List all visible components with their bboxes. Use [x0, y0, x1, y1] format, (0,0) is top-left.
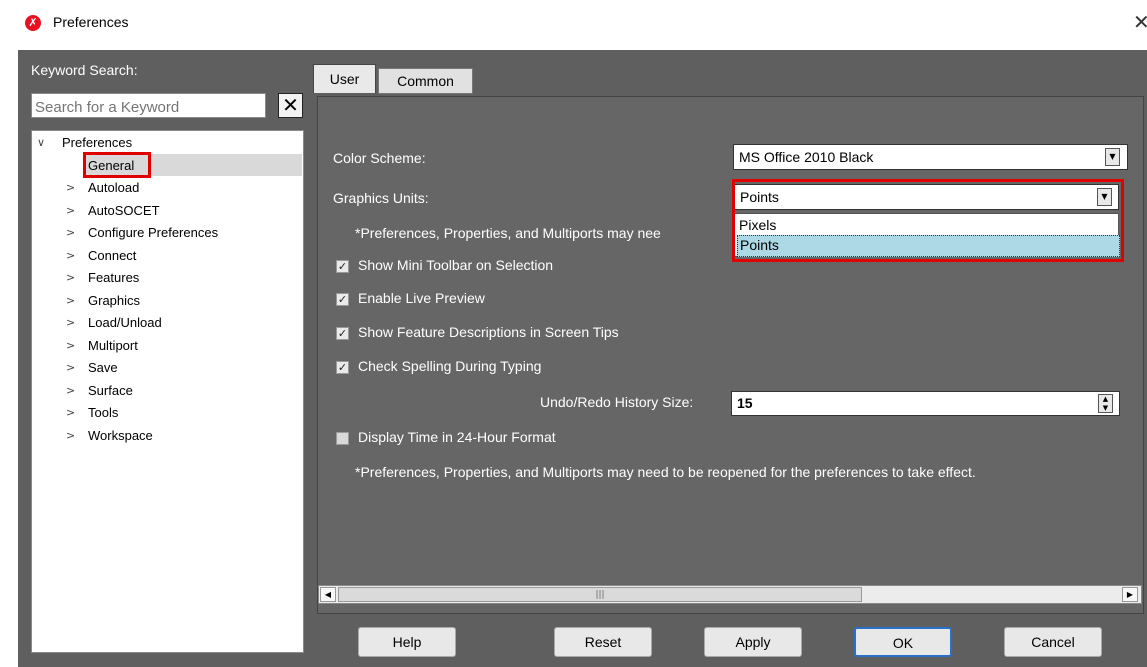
tree-item-graphics[interactable]: Graphics	[88, 291, 140, 311]
ok-button[interactable]: OK	[854, 627, 952, 657]
undo-history-label: Undo/Redo History Size:	[540, 394, 694, 410]
highlight-box-graphics-units	[732, 179, 1124, 262]
tab-user[interactable]: User	[313, 64, 376, 93]
reopen-note-truncated: *Preferences, Properties, and Multiports…	[355, 225, 661, 241]
chevron-right-icon[interactable]: >	[66, 268, 75, 288]
tree-item-surface[interactable]: Surface	[88, 381, 133, 401]
chevron-right-icon[interactable]: >	[66, 403, 75, 423]
chevron-right-icon[interactable]: >	[66, 223, 75, 243]
show-feature-descriptions-checkbox[interactable]: ✓	[336, 327, 349, 340]
color-scheme-dropdown[interactable]: MS Office 2010 Black	[733, 144, 1128, 170]
tree-root-preferences[interactable]: Preferences	[62, 133, 132, 153]
enable-live-preview-checkbox[interactable]: ✓	[336, 293, 349, 306]
title-bar	[0, 0, 1147, 50]
undo-history-value: 15	[737, 395, 753, 411]
chevron-right-icon[interactable]: >	[66, 246, 75, 266]
chevron-right-icon[interactable]: >	[66, 178, 75, 198]
scroll-left-icon[interactable]: ◀	[320, 587, 336, 602]
chevron-right-icon[interactable]: >	[66, 201, 75, 221]
graphics-units-label: Graphics Units:	[333, 190, 429, 206]
tree-item-workspace[interactable]: Workspace	[88, 426, 153, 446]
display-24h-label: Display Time in 24-Hour Format	[358, 429, 556, 445]
tree-item-configure-preferences[interactable]: Configure Preferences	[88, 223, 218, 243]
chevron-right-icon[interactable]: >	[66, 381, 75, 401]
settings-panel	[317, 96, 1144, 614]
clear-search-button[interactable]: ✕	[278, 93, 303, 118]
scrollbar-thumb[interactable]: |||	[338, 587, 862, 602]
highlight-box-general	[83, 152, 151, 178]
scroll-right-icon[interactable]: ▶	[1122, 587, 1138, 602]
close-icon[interactable]: ✕	[1133, 10, 1147, 34]
chevron-down-icon[interactable]: ∨	[37, 133, 45, 153]
help-button[interactable]: Help	[358, 627, 456, 657]
tree-item-tools[interactable]: Tools	[88, 403, 118, 423]
reopen-note: *Preferences, Properties, and Multiports…	[355, 464, 976, 480]
enable-live-preview-label: Enable Live Preview	[358, 290, 485, 306]
tree-item-load-unload[interactable]: Load/Unload	[88, 313, 162, 333]
color-scheme-label: Color Scheme:	[333, 150, 426, 166]
chevron-right-icon[interactable]: >	[66, 358, 75, 378]
tab-common[interactable]: Common	[378, 68, 473, 94]
reset-button[interactable]: Reset	[554, 627, 652, 657]
chevron-down-icon[interactable]: ▼	[1105, 148, 1120, 166]
tree-item-features[interactable]: Features	[88, 268, 139, 288]
chevron-right-icon[interactable]: >	[66, 426, 75, 446]
show-mini-toolbar-checkbox[interactable]: ✓	[336, 260, 349, 273]
app-icon: ✗	[25, 15, 41, 31]
apply-button[interactable]: Apply	[704, 627, 802, 657]
display-24h-checkbox[interactable]	[336, 432, 349, 445]
color-scheme-value: MS Office 2010 Black	[739, 149, 874, 165]
chevron-right-icon[interactable]: >	[66, 336, 75, 356]
tree-item-save[interactable]: Save	[88, 358, 118, 378]
tree-item-multiport[interactable]: Multiport	[88, 336, 138, 356]
tree-item-autosocet[interactable]: AutoSOCET	[88, 201, 160, 221]
chevron-right-icon[interactable]: >	[66, 291, 75, 311]
tree-item-connect[interactable]: Connect	[88, 246, 136, 266]
spinner-icon[interactable]: ▲ ▼	[1098, 394, 1113, 413]
show-feature-descriptions-label: Show Feature Descriptions in Screen Tips	[358, 324, 619, 340]
cancel-button[interactable]: Cancel	[1004, 627, 1102, 657]
tree-item-autoload[interactable]: Autoload	[88, 178, 139, 198]
keyword-search-label: Keyword Search:	[31, 62, 138, 78]
check-spelling-checkbox[interactable]: ✓	[336, 361, 349, 374]
window-title: Preferences	[53, 14, 129, 30]
keyword-search-input[interactable]	[31, 93, 266, 118]
undo-history-input[interactable]: 15	[731, 391, 1120, 416]
check-spelling-label: Check Spelling During Typing	[358, 358, 542, 374]
show-mini-toolbar-label: Show Mini Toolbar on Selection	[358, 257, 554, 273]
chevron-right-icon[interactable]: >	[66, 313, 75, 333]
